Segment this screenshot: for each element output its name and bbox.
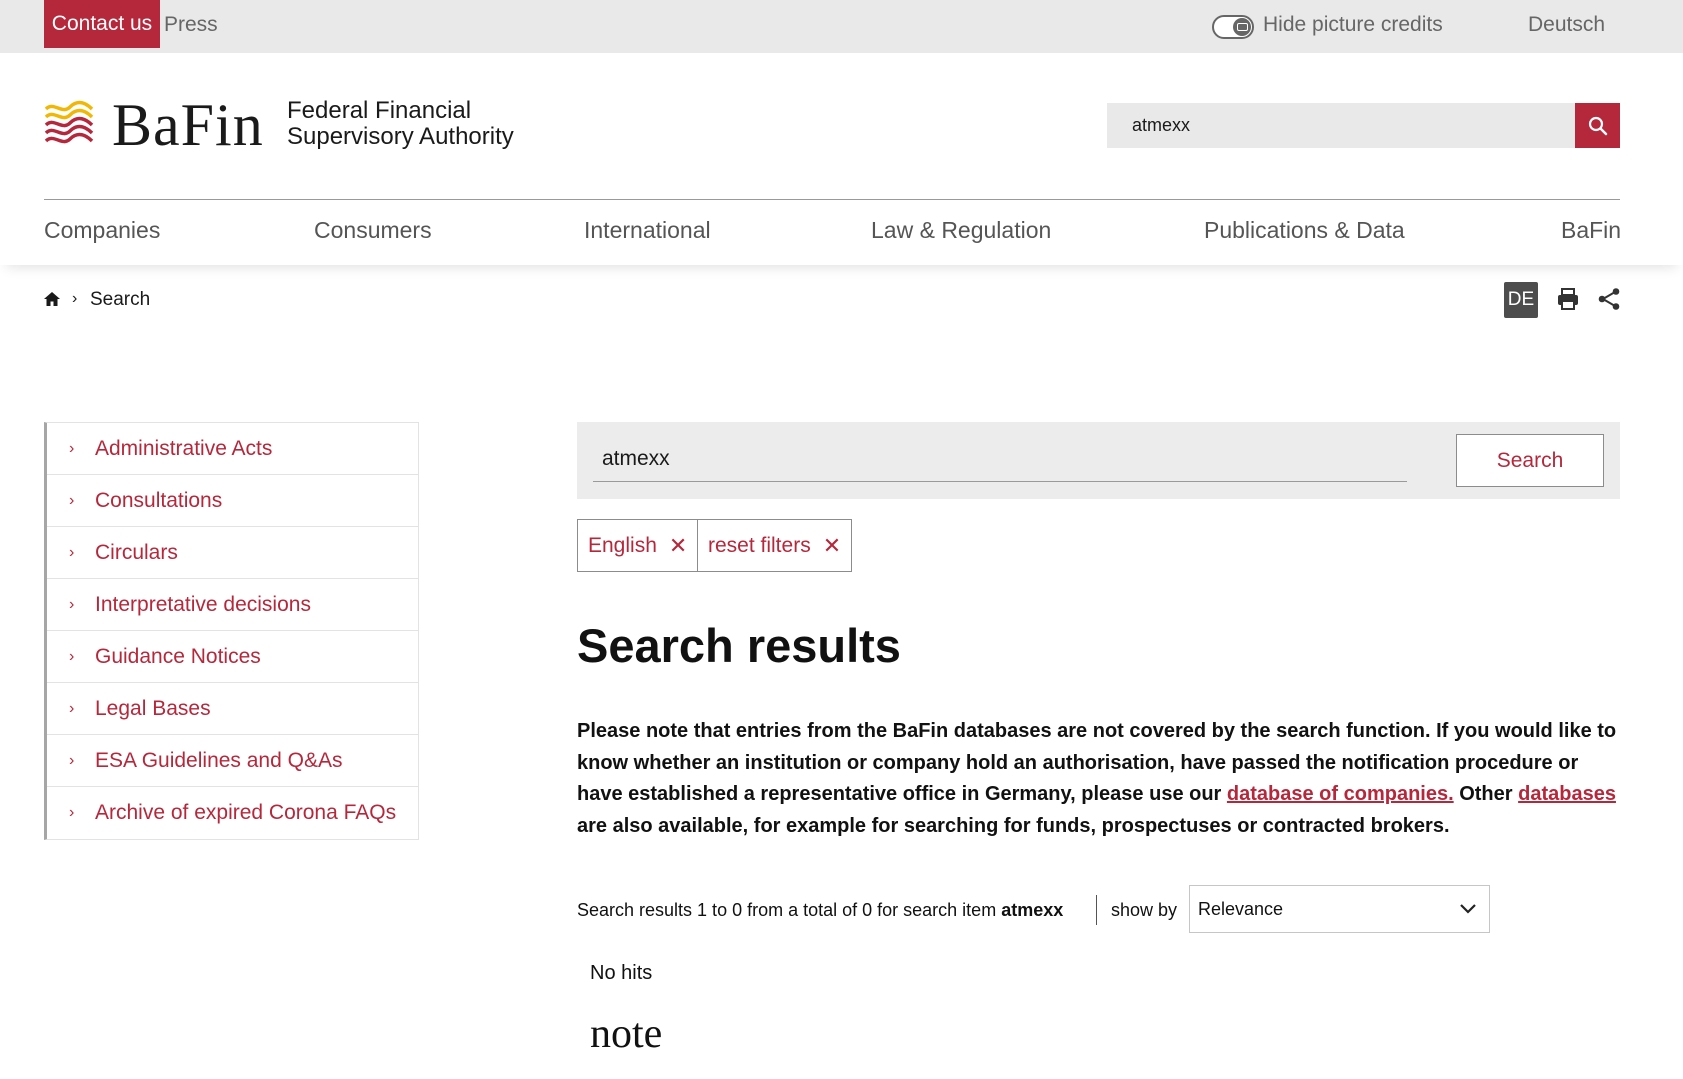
sidebar-item-guidance-notices[interactable]: › Guidance Notices bbox=[47, 631, 418, 683]
picture-credits-label[interactable]: Hide picture credits bbox=[1263, 13, 1443, 37]
sidebar-item-legal-bases[interactable]: › Legal Bases bbox=[47, 683, 418, 735]
result-count: Search results 1 to 0 from a total of 0 … bbox=[577, 900, 1063, 921]
notice-text-part3: are also available, for example for sear… bbox=[577, 814, 1450, 837]
breadcrumb-current: Search bbox=[90, 289, 151, 310]
sidebar-item-esa-guidelines[interactable]: › ESA Guidelines and Q&As bbox=[47, 735, 418, 787]
main-navigation: Companies Consumers International Law & … bbox=[44, 200, 1621, 265]
sidebar-item-label: ESA Guidelines and Q&As bbox=[95, 748, 343, 772]
search-panel: Search bbox=[577, 422, 1620, 499]
close-icon[interactable]: ✕ bbox=[823, 533, 841, 559]
bafin-logo-waves-icon[interactable] bbox=[44, 99, 94, 149]
notice-text-part2: Other bbox=[1453, 783, 1519, 805]
nav-item-consumers[interactable]: Consumers bbox=[314, 217, 432, 244]
contact-us-button[interactable]: Contact us bbox=[44, 0, 160, 48]
sort-select[interactable]: Relevance bbox=[1189, 885, 1490, 933]
nav-item-law-regulation[interactable]: Law & Regulation bbox=[871, 217, 1051, 244]
nav-item-international[interactable]: International bbox=[584, 217, 711, 244]
search-input[interactable] bbox=[593, 436, 1407, 482]
search-button[interactable]: Search bbox=[1456, 434, 1604, 487]
databases-link[interactable]: databases bbox=[1518, 783, 1616, 805]
show-by-label: show by bbox=[1111, 900, 1178, 920]
sidebar-item-label: Guidance Notices bbox=[95, 644, 261, 668]
chevron-right-icon: › bbox=[69, 491, 75, 509]
top-utility-bar: Contact us Press Hide picture credits De… bbox=[0, 0, 1683, 53]
logo-subtitle-line2: Supervisory Authority bbox=[287, 123, 514, 150]
result-count-term: atmexx bbox=[1001, 900, 1064, 920]
chevron-right-icon: › bbox=[69, 595, 75, 613]
picture-credits-toggle[interactable] bbox=[1212, 15, 1254, 39]
chevron-right-icon: › bbox=[69, 699, 75, 717]
nav-item-companies[interactable]: Companies bbox=[44, 217, 160, 244]
result-count-text: Search results 1 to 0 from a total of 0 … bbox=[577, 900, 1002, 920]
press-link[interactable]: Press bbox=[164, 13, 218, 37]
sidebar-item-administrative-acts[interactable]: › Administrative Acts bbox=[47, 423, 418, 475]
sidebar-item-corona-faqs-archive[interactable]: › Archive of expired Corona FAQs bbox=[47, 787, 418, 839]
header-search-input[interactable] bbox=[1107, 103, 1575, 148]
chevron-down-icon bbox=[1460, 904, 1476, 914]
database-of-companies-link[interactable]: database of companies. bbox=[1227, 783, 1454, 805]
filter-chip-label: reset filters bbox=[708, 533, 811, 557]
nav-item-publications-data[interactable]: Publications & Data bbox=[1204, 217, 1405, 244]
share-icon[interactable] bbox=[1597, 287, 1621, 311]
chevron-right-icon: › bbox=[69, 543, 75, 561]
sidebar-item-label: Archive of expired Corona FAQs bbox=[95, 801, 397, 824]
sidebar-item-interpretative-decisions[interactable]: › Interpretative decisions bbox=[47, 579, 418, 631]
sidebar-item-label: Interpretative decisions bbox=[95, 592, 311, 616]
sidebar-menu: › Administrative Acts › Consultations › Cir… bbox=[44, 422, 419, 840]
chevron-right-icon: › bbox=[69, 439, 75, 457]
language-switch-link[interactable]: Deutsch bbox=[1528, 13, 1605, 37]
sidebar-item-label: Administrative Acts bbox=[95, 436, 273, 460]
sidebar-item-label: Legal Bases bbox=[95, 696, 211, 720]
search-icon bbox=[1588, 116, 1607, 135]
filter-chip-label: English bbox=[588, 533, 657, 557]
logo-wordmark[interactable]: BaFin bbox=[112, 92, 264, 158]
note-heading: note bbox=[590, 1011, 663, 1057]
breadcrumb-separator: › bbox=[72, 290, 78, 307]
chevron-right-icon: › bbox=[69, 751, 75, 769]
page-title: Search results bbox=[577, 619, 901, 672]
header-search-button[interactable] bbox=[1575, 103, 1620, 148]
chevron-right-icon: › bbox=[69, 647, 75, 665]
close-icon[interactable]: ✕ bbox=[669, 533, 687, 559]
home-icon[interactable] bbox=[43, 290, 61, 308]
sort-select-value: Relevance bbox=[1198, 898, 1284, 919]
logo-subtitle: Federal Financial Supervisory Authority bbox=[287, 98, 514, 150]
chevron-right-icon: › bbox=[69, 804, 75, 821]
sidebar-item-label: Consultations bbox=[95, 488, 223, 512]
logo-subtitle-line1: Federal Financial bbox=[287, 97, 472, 124]
german-version-button[interactable]: DE bbox=[1504, 282, 1538, 318]
sidebar-item-label: Circulars bbox=[95, 540, 178, 564]
database-notice: Please note that entries from the BaFin … bbox=[577, 716, 1620, 842]
result-count-divider bbox=[1096, 895, 1097, 925]
sidebar-item-consultations[interactable]: › Consultations bbox=[47, 475, 418, 527]
camera-icon bbox=[1233, 18, 1251, 36]
no-hits-message: No hits bbox=[590, 962, 653, 984]
header-search-box bbox=[1107, 103, 1575, 148]
nav-item-bafin[interactable]: BaFin bbox=[1561, 217, 1621, 244]
sidebar-item-circulars[interactable]: › Circulars bbox=[47, 527, 418, 579]
filter-chip-reset[interactable]: reset filters ✕ bbox=[697, 519, 853, 572]
print-icon[interactable] bbox=[1556, 287, 1580, 311]
filter-chip-english[interactable]: English ✕ bbox=[577, 519, 699, 572]
